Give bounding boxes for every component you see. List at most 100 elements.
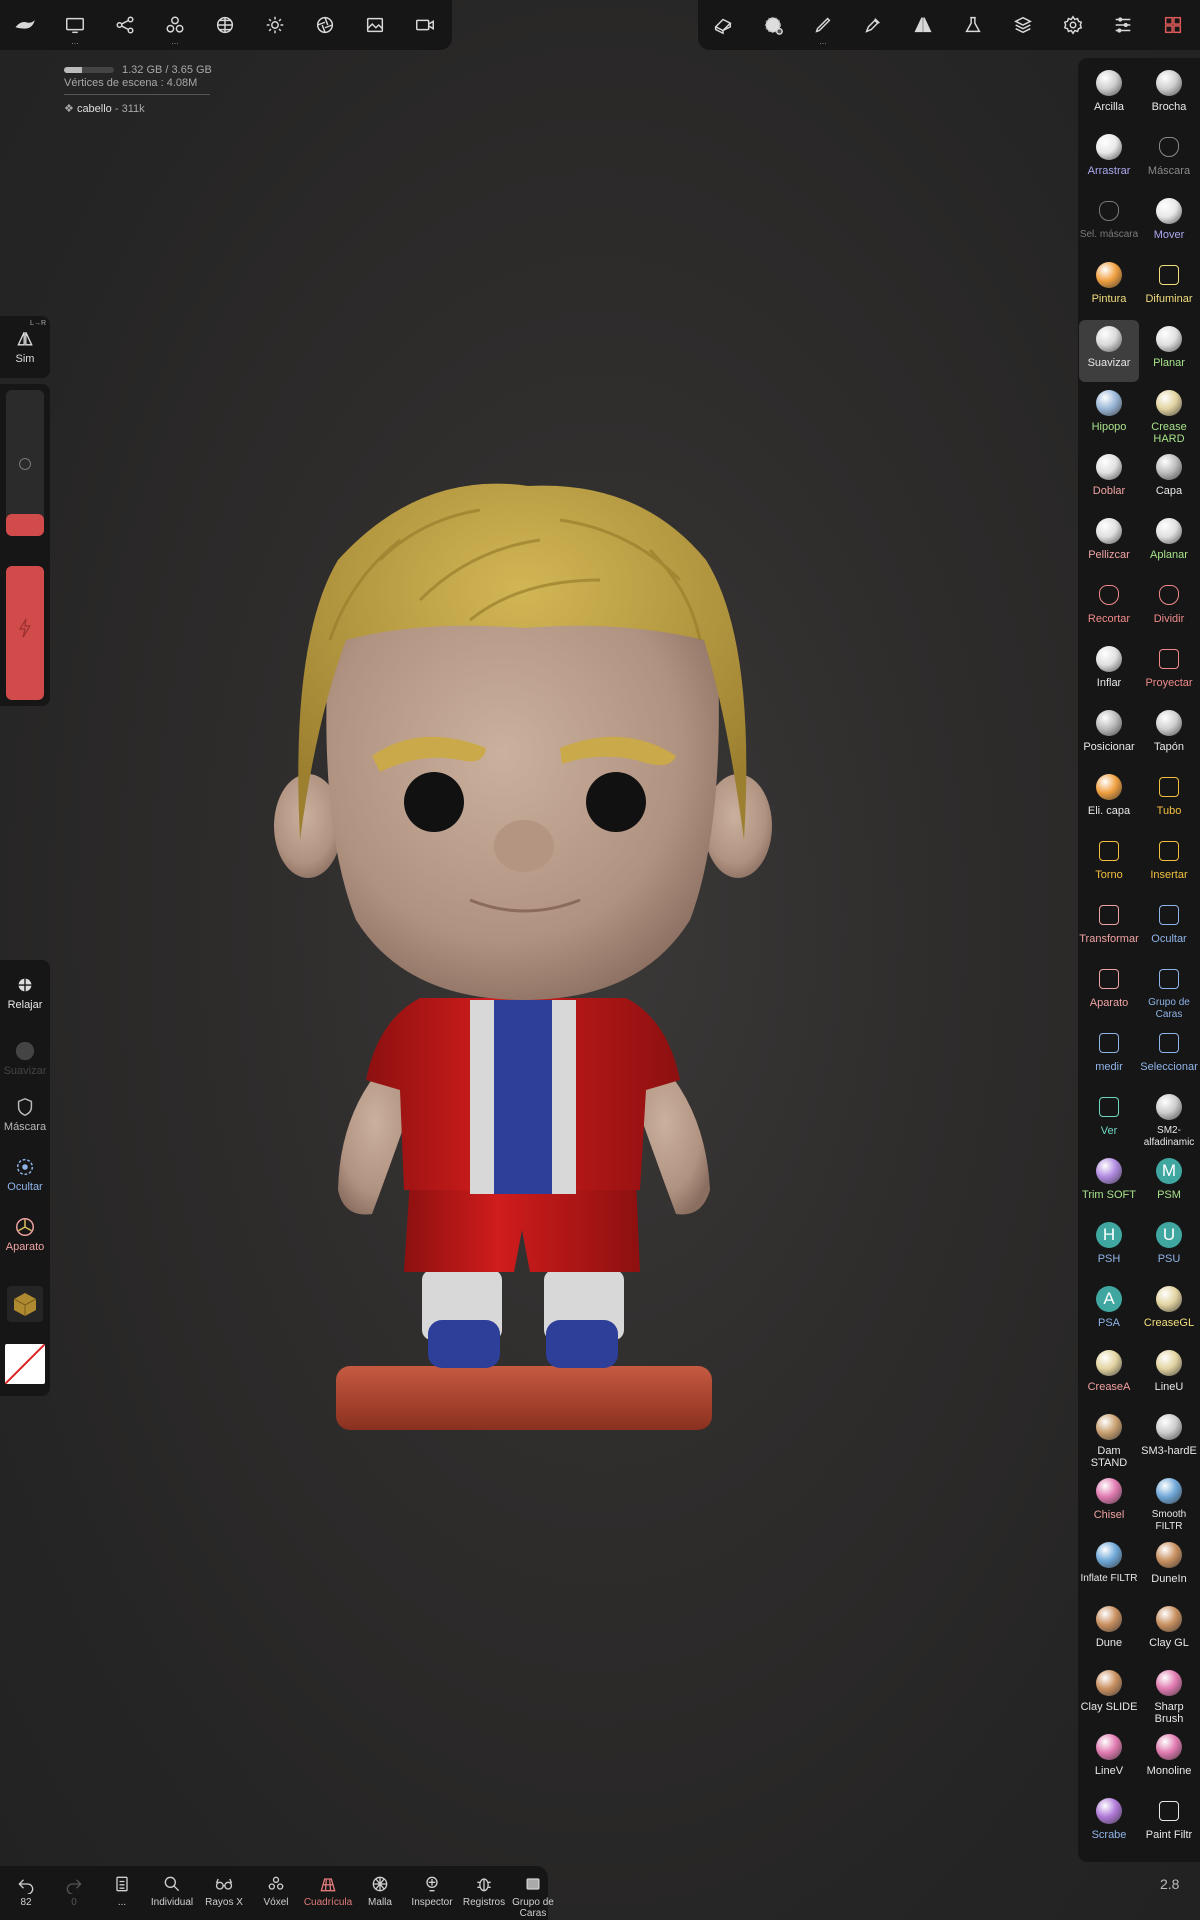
layers-button[interactable]	[998, 0, 1048, 50]
brush-arrastrar[interactable]: Arrastrar	[1079, 128, 1139, 190]
sliders-button[interactable]	[1098, 0, 1148, 50]
brush-recortar[interactable]: Recortar	[1079, 576, 1139, 638]
brush-planar[interactable]: Planar	[1139, 320, 1199, 382]
intensity-slider[interactable]	[6, 566, 44, 700]
bottom-xray-glasses-button[interactable]: Rayos X	[198, 1866, 250, 1920]
brush-dam-stand[interactable]: Dam STAND	[1079, 1408, 1139, 1470]
bottom-mesh-button[interactable]: Malla	[354, 1866, 406, 1920]
bottom-facegroup-button[interactable]: Grupo de Caras	[510, 1866, 556, 1920]
brush-crease-hard[interactable]: Crease HARD	[1139, 384, 1199, 446]
picker-button[interactable]	[848, 0, 898, 50]
brush-aparato[interactable]: Aparato	[1079, 960, 1139, 1022]
symmetry-toggle[interactable]: L→R Sim	[0, 316, 50, 378]
brush-sm3-harde[interactable]: SM3-hardE	[1139, 1408, 1199, 1470]
brush-doblar[interactable]: Doblar	[1079, 448, 1139, 510]
relax-tool[interactable]: Relajar	[0, 974, 50, 1011]
brush-sharp-brush[interactable]: Sharp Brush	[1139, 1664, 1199, 1726]
brush-difuminar[interactable]: Difuminar	[1139, 256, 1199, 318]
brush-sel-mascara[interactable]: Sel. máscara	[1079, 192, 1139, 254]
brush-capa[interactable]: Capa	[1139, 448, 1199, 510]
share-button[interactable]	[100, 0, 150, 50]
brush-psh[interactable]: H PSH	[1079, 1216, 1139, 1278]
brush-inflate-filtr[interactable]: Inflate FILTR	[1079, 1536, 1139, 1598]
matcap-swatch[interactable]	[7, 1286, 43, 1322]
brush-linev[interactable]: LineV	[1079, 1728, 1139, 1790]
menu-button[interactable]	[0, 0, 50, 50]
bottom-voxel-button[interactable]: Vóxel	[250, 1866, 302, 1920]
camera-settings-button[interactable]	[300, 0, 350, 50]
brush-clay-gl[interactable]: Clay GL	[1139, 1600, 1199, 1662]
brush-ver[interactable]: Ver	[1079, 1088, 1139, 1150]
monoline-icon	[1156, 1734, 1182, 1760]
brush-insertar[interactable]: Insertar	[1139, 832, 1199, 894]
brush-torno[interactable]: Torno	[1079, 832, 1139, 894]
arcilla-icon	[1096, 70, 1122, 96]
tools-panel-button[interactable]	[1148, 0, 1198, 50]
brush-transformar[interactable]: Transformar	[1079, 896, 1139, 958]
flask-button[interactable]	[948, 0, 998, 50]
bottom-grid-button[interactable]: Cuadrícula	[302, 1866, 354, 1920]
brush-smooth-filtr[interactable]: Smooth FILTR	[1139, 1472, 1199, 1534]
brush-monoline[interactable]: Monoline	[1139, 1728, 1199, 1790]
hide-tool[interactable]: Ocultar	[0, 1156, 50, 1193]
bottom-inspector-button[interactable]: Inspector	[406, 1866, 458, 1920]
gizmo-tool[interactable]: Aparato	[0, 1216, 50, 1253]
brush-pellizcar[interactable]: Pellizcar	[1079, 512, 1139, 574]
brush-seleccionar[interactable]: Seleccionar	[1139, 1024, 1199, 1086]
brush-ocultar[interactable]: Ocultar	[1139, 896, 1199, 958]
brush-chisel[interactable]: Chisel	[1079, 1472, 1139, 1534]
brush-creasea[interactable]: CreaseA	[1079, 1344, 1139, 1406]
lighting-button[interactable]	[250, 0, 300, 50]
smooth-tool[interactable]: Suavizar	[0, 1040, 50, 1077]
brush-posicionar[interactable]: Posicionar	[1079, 704, 1139, 766]
brush-mascara[interactable]: Máscara	[1139, 128, 1199, 190]
radius-slider[interactable]	[6, 390, 44, 536]
brush-tapon[interactable]: Tapón	[1139, 704, 1199, 766]
brush-medir[interactable]: medir	[1079, 1024, 1139, 1086]
settings-button[interactable]	[1048, 0, 1098, 50]
brush-suavizar[interactable]: Suavizar	[1079, 320, 1139, 382]
brush-eli-capa[interactable]: Eli. capa	[1079, 768, 1139, 830]
scene-button[interactable]: ...	[50, 0, 100, 50]
topology-button[interactable]	[200, 0, 250, 50]
brush-hipopo[interactable]: Hipopo	[1079, 384, 1139, 446]
brush-proyectar[interactable]: Proyectar	[1139, 640, 1199, 702]
brush-clay-slide[interactable]: Clay SLIDE	[1079, 1664, 1139, 1726]
brush-arcilla[interactable]: Arcilla	[1079, 64, 1139, 126]
record-button[interactable]	[400, 0, 450, 50]
brush-dunein[interactable]: DuneIn	[1139, 1536, 1199, 1598]
brush-paint-filtr[interactable]: Paint Filtr	[1139, 1792, 1199, 1854]
mask-tool[interactable]: Máscara	[0, 1096, 50, 1133]
background-button[interactable]	[350, 0, 400, 50]
brush-creasegl[interactable]: CreaseGL	[1139, 1280, 1199, 1342]
brush-tubo[interactable]: Tubo	[1139, 768, 1199, 830]
symmetry-button[interactable]	[898, 0, 948, 50]
brush-trim-soft[interactable]: Trim SOFT	[1079, 1152, 1139, 1214]
color-swatch[interactable]	[5, 1344, 45, 1384]
brush-psu[interactable]: U PSU	[1139, 1216, 1199, 1278]
brush-mover[interactable]: Mover	[1139, 192, 1199, 254]
brush-panel: Arcilla Brocha Arrastrar Máscara Sel. máscar…	[1078, 58, 1200, 1862]
bottom-redo-button[interactable]: 0	[50, 1866, 98, 1920]
brush-dividir[interactable]: Dividir	[1139, 576, 1199, 638]
stroke-button[interactable]	[748, 0, 798, 50]
brush-brocha[interactable]: Brocha	[1139, 64, 1199, 126]
bottom-files-button[interactable]: ...	[98, 1866, 146, 1920]
brush-aplanar[interactable]: Aplanar	[1139, 512, 1199, 574]
brush-sm2-alfadinamic[interactable]: SM2-alfadinamic	[1139, 1088, 1199, 1150]
bottom-bug-button[interactable]: Registros	[458, 1866, 510, 1920]
brush-inflar[interactable]: Inflar	[1079, 640, 1139, 702]
bottom-search-button[interactable]: Individual	[146, 1866, 198, 1920]
brush-dune[interactable]: Dune	[1079, 1600, 1139, 1662]
brush-scrabe[interactable]: Scrabe	[1079, 1792, 1139, 1854]
brush-settings-button[interactable]: ...	[798, 0, 848, 50]
active-object[interactable]: ❖ cabello - 311k	[64, 103, 212, 116]
brush-grupo-de-caras[interactable]: Grupo de Caras	[1139, 960, 1199, 1022]
brush-psm[interactable]: M PSM	[1139, 1152, 1199, 1214]
bottom-undo-button[interactable]: 82	[2, 1866, 50, 1920]
brush-lineu[interactable]: LineU	[1139, 1344, 1199, 1406]
primitives-button[interactable]: ...	[150, 0, 200, 50]
material-button[interactable]	[698, 0, 748, 50]
brush-pintura[interactable]: Pintura	[1079, 256, 1139, 318]
brush-psa[interactable]: A PSA	[1079, 1280, 1139, 1342]
